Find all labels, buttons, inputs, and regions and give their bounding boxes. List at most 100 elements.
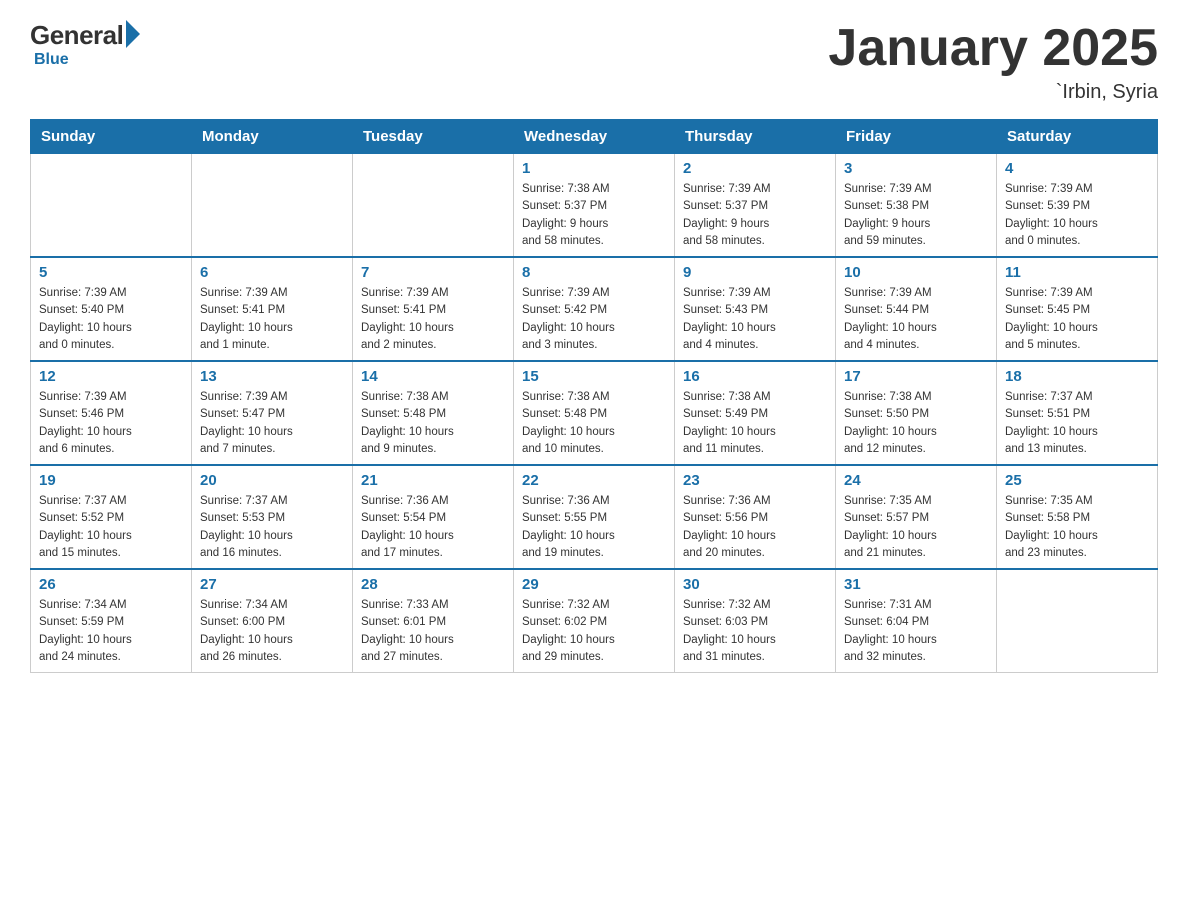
day-number: 18 — [1005, 368, 1149, 385]
calendar-cell: 7 Sunrise: 7:39 AM Sunset: 5:41 PM Daylig… — [353, 257, 514, 361]
day-info: Sunrise: 7:35 AM Sunset: 5:58 PM Dayligh… — [1005, 493, 1149, 562]
day-number: 31 — [844, 576, 988, 593]
day-info: Sunrise: 7:39 AM Sunset: 5:45 PM Dayligh… — [1005, 285, 1149, 354]
calendar-cell: 30Sunrise: 7:32 AM Sunset: 6:03 PM Dayli… — [675, 569, 836, 673]
calendar-cell: 25 Sunrise: 7:35 AM Sunset: 5:58 PM Dayli… — [997, 465, 1158, 569]
day-number: 25 — [1005, 472, 1149, 489]
weekday-header: Thursday — [675, 120, 836, 154]
day-number: 1 — [522, 160, 666, 177]
calendar-cell: 2Sunrise: 7:39 AM Sunset: 5:37 PM Daylig… — [675, 154, 836, 258]
calendar-body: 1 Sunrise: 7:38 AM Sunset: 5:37 PM Daylig… — [31, 154, 1158, 673]
logo-triangle-icon — [126, 20, 140, 48]
day-info: Sunrise: 7:38 AM Sunset: 5:48 PM Dayligh… — [361, 389, 505, 458]
day-number: 12 — [39, 368, 183, 385]
calendar-cell: 12 Sunrise: 7:39 AM Sunset: 5:46 PM Dayli… — [31, 361, 192, 465]
day-info: Sunrise: 7:32 AM Sunset: 6:03 PM Dayligh… — [683, 597, 827, 666]
weekday-header: Wednesday — [514, 120, 675, 154]
calendar-cell: 22 Sunrise: 7:36 AM Sunset: 5:55 PM Dayli… — [514, 465, 675, 569]
calendar-cell: 29 Sunrise: 7:32 AM Sunset: 6:02 PM Dayli… — [514, 569, 675, 673]
calendar-cell: 13 Sunrise: 7:39 AM Sunset: 5:47 PM Dayli… — [192, 361, 353, 465]
day-info: Sunrise: 7:38 AM Sunset: 5:48 PM Dayligh… — [522, 389, 666, 458]
day-info: Sunrise: 7:39 AM Sunset: 5:46 PM Dayligh… — [39, 389, 183, 458]
calendar-cell: 21Sunrise: 7:36 AM Sunset: 5:54 PM Dayli… — [353, 465, 514, 569]
calendar-cell — [192, 154, 353, 258]
day-number: 2 — [683, 160, 827, 177]
day-number: 9 — [683, 264, 827, 281]
calendar-cell — [31, 154, 192, 258]
day-number: 20 — [200, 472, 344, 489]
day-info: Sunrise: 7:31 AM Sunset: 6:04 PM Dayligh… — [844, 597, 988, 666]
day-number: 27 — [200, 576, 344, 593]
calendar-cell: 5 Sunrise: 7:39 AM Sunset: 5:40 PM Daylig… — [31, 257, 192, 361]
day-info: Sunrise: 7:35 AM Sunset: 5:57 PM Dayligh… — [844, 493, 988, 562]
day-info: Sunrise: 7:39 AM Sunset: 5:44 PM Dayligh… — [844, 285, 988, 354]
calendar-table: SundayMondayTuesdayWednesdayThursdayFrid… — [30, 119, 1158, 673]
calendar-cell: 20Sunrise: 7:37 AM Sunset: 5:53 PM Dayli… — [192, 465, 353, 569]
day-number: 4 — [1005, 160, 1149, 177]
day-info: Sunrise: 7:36 AM Sunset: 5:56 PM Dayligh… — [683, 493, 827, 562]
logo-subtitle: Blue — [34, 51, 69, 69]
calendar-cell: 4 Sunrise: 7:39 AM Sunset: 5:39 PM Daylig… — [997, 154, 1158, 258]
day-number: 15 — [522, 368, 666, 385]
calendar-cell: 9 Sunrise: 7:39 AM Sunset: 5:43 PM Daylig… — [675, 257, 836, 361]
day-info: Sunrise: 7:39 AM Sunset: 5:42 PM Dayligh… — [522, 285, 666, 354]
calendar-cell: 26 Sunrise: 7:34 AM Sunset: 5:59 PM Dayli… — [31, 569, 192, 673]
calendar-cell — [997, 569, 1158, 673]
day-info: Sunrise: 7:38 AM Sunset: 5:37 PM Dayligh… — [522, 181, 666, 250]
day-number: 10 — [844, 264, 988, 281]
day-info: Sunrise: 7:39 AM Sunset: 5:39 PM Dayligh… — [1005, 181, 1149, 250]
day-info: Sunrise: 7:38 AM Sunset: 5:49 PM Dayligh… — [683, 389, 827, 458]
day-number: 5 — [39, 264, 183, 281]
day-number: 26 — [39, 576, 183, 593]
day-number: 7 — [361, 264, 505, 281]
calendar-week-row: 26 Sunrise: 7:34 AM Sunset: 5:59 PM Dayli… — [31, 569, 1158, 673]
location: `Irbin, Syria — [828, 81, 1158, 104]
page-header: General Blue January 2025 `Irbin, Syria — [30, 20, 1158, 104]
day-number: 11 — [1005, 264, 1149, 281]
day-number: 29 — [522, 576, 666, 593]
day-number: 19 — [39, 472, 183, 489]
calendar-cell: 23Sunrise: 7:36 AM Sunset: 5:56 PM Dayli… — [675, 465, 836, 569]
logo-general-text: General — [30, 20, 123, 51]
day-number: 17 — [844, 368, 988, 385]
day-number: 21 — [361, 472, 505, 489]
calendar-cell: 19 Sunrise: 7:37 AM Sunset: 5:52 PM Dayli… — [31, 465, 192, 569]
day-info: Sunrise: 7:39 AM Sunset: 5:47 PM Dayligh… — [200, 389, 344, 458]
weekday-header: Monday — [192, 120, 353, 154]
day-info: Sunrise: 7:39 AM Sunset: 5:43 PM Dayligh… — [683, 285, 827, 354]
calendar-cell: 18 Sunrise: 7:37 AM Sunset: 5:51 PM Dayli… — [997, 361, 1158, 465]
day-number: 28 — [361, 576, 505, 593]
calendar-cell: 6Sunrise: 7:39 AM Sunset: 5:41 PM Daylig… — [192, 257, 353, 361]
weekday-header: Saturday — [997, 120, 1158, 154]
day-info: Sunrise: 7:38 AM Sunset: 5:50 PM Dayligh… — [844, 389, 988, 458]
calendar-cell: 17 Sunrise: 7:38 AM Sunset: 5:50 PM Dayli… — [836, 361, 997, 465]
day-number: 16 — [683, 368, 827, 385]
weekday-header: Sunday — [31, 120, 192, 154]
calendar-cell: 31 Sunrise: 7:31 AM Sunset: 6:04 PM Dayli… — [836, 569, 997, 673]
calendar-cell: 15 Sunrise: 7:38 AM Sunset: 5:48 PM Dayli… — [514, 361, 675, 465]
calendar-cell: 28 Sunrise: 7:33 AM Sunset: 6:01 PM Dayli… — [353, 569, 514, 673]
day-info: Sunrise: 7:34 AM Sunset: 5:59 PM Dayligh… — [39, 597, 183, 666]
calendar-cell: 24 Sunrise: 7:35 AM Sunset: 5:57 PM Dayli… — [836, 465, 997, 569]
day-info: Sunrise: 7:32 AM Sunset: 6:02 PM Dayligh… — [522, 597, 666, 666]
day-info: Sunrise: 7:37 AM Sunset: 5:51 PM Dayligh… — [1005, 389, 1149, 458]
weekday-header: Friday — [836, 120, 997, 154]
day-number: 8 — [522, 264, 666, 281]
day-info: Sunrise: 7:33 AM Sunset: 6:01 PM Dayligh… — [361, 597, 505, 666]
day-number: 13 — [200, 368, 344, 385]
day-number: 14 — [361, 368, 505, 385]
day-number: 22 — [522, 472, 666, 489]
calendar-cell: 1 Sunrise: 7:38 AM Sunset: 5:37 PM Daylig… — [514, 154, 675, 258]
day-number: 24 — [844, 472, 988, 489]
day-info: Sunrise: 7:36 AM Sunset: 5:55 PM Dayligh… — [522, 493, 666, 562]
day-info: Sunrise: 7:39 AM Sunset: 5:41 PM Dayligh… — [361, 285, 505, 354]
day-number: 3 — [844, 160, 988, 177]
calendar-header: SundayMondayTuesdayWednesdayThursdayFrid… — [31, 120, 1158, 154]
calendar-cell: 14 Sunrise: 7:38 AM Sunset: 5:48 PM Dayli… — [353, 361, 514, 465]
day-info: Sunrise: 7:39 AM Sunset: 5:38 PM Dayligh… — [844, 181, 988, 250]
day-info: Sunrise: 7:37 AM Sunset: 5:52 PM Dayligh… — [39, 493, 183, 562]
calendar-week-row: 12 Sunrise: 7:39 AM Sunset: 5:46 PM Dayli… — [31, 361, 1158, 465]
calendar-week-row: 19 Sunrise: 7:37 AM Sunset: 5:52 PM Dayli… — [31, 465, 1158, 569]
day-info: Sunrise: 7:39 AM Sunset: 5:40 PM Dayligh… — [39, 285, 183, 354]
day-info: Sunrise: 7:34 AM Sunset: 6:00 PM Dayligh… — [200, 597, 344, 666]
